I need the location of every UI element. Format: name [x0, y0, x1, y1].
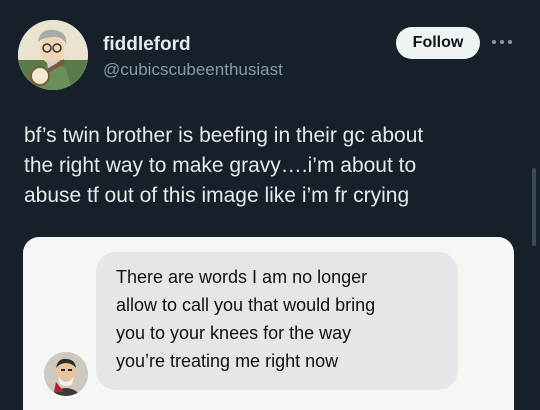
attached-image[interactable]: There are words I am no longer allow to …: [23, 237, 514, 410]
message-line: There are words I am no longer: [116, 267, 368, 287]
cartoon-avatar-icon: [18, 20, 88, 90]
message-text: There are words I am no longer allow to …: [116, 263, 375, 375]
author-avatar[interactable]: [18, 20, 88, 90]
author-handle[interactable]: @cubicscubeenthusiast: [103, 60, 283, 80]
message-bubble: There are words I am no longer allow to …: [96, 252, 458, 390]
tweet-view: fiddleford @cubicscubeenthusiast Follow …: [0, 0, 540, 410]
tweet-text-line: abuse tf out of this image like i’m fr c…: [24, 184, 410, 207]
cartoon-avatar-icon: [44, 352, 88, 396]
sender-avatar: [44, 352, 88, 396]
tweet-text: bf’s twin brother is beefing in their gc…: [24, 121, 524, 211]
follow-button[interactable]: Follow: [396, 27, 480, 59]
author-display-name[interactable]: fiddleford: [103, 34, 191, 56]
tweet-text-line: the right way to make gravy….i’m about t…: [24, 154, 417, 177]
message-line: you to your knees for the way: [116, 323, 352, 343]
tweet-text-line: bf’s twin brother is beefing in their gc…: [24, 124, 424, 147]
message-line: you’re treating me right now: [116, 351, 339, 371]
message-line: allow to call you that would bring: [116, 295, 376, 315]
scrollbar[interactable]: [532, 168, 536, 246]
more-options-icon[interactable]: [489, 33, 515, 51]
